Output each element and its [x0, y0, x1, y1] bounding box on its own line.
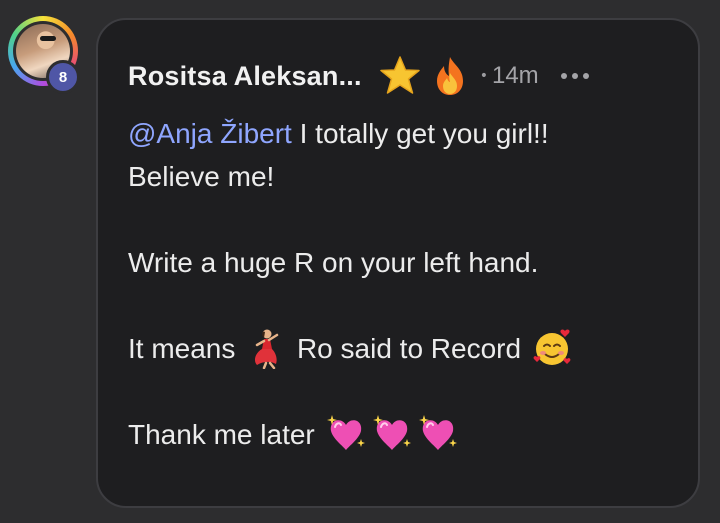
comment-line-4: It means Ro said to Record — [128, 327, 688, 370]
sparkling-heart-emoji — [325, 413, 367, 455]
meta-separator: • — [479, 68, 488, 84]
comment-line-5: Thank me later — [128, 413, 688, 456]
comment-card: Rositsa Aleksan... • 14m @Anja Žibert I … — [96, 18, 700, 508]
smiling-face-with-hearts-emoji — [531, 327, 573, 369]
level-badge: 8 — [46, 60, 80, 94]
avatar[interactable]: 8 — [8, 16, 80, 94]
sparkling-heart-emoji — [371, 413, 413, 455]
comment-time: 14m — [491, 62, 539, 89]
fire-icon — [428, 54, 472, 98]
comment-line-1: @Anja Žibert I totally get you girl!! — [128, 118, 549, 149]
more-dots-icon[interactable] — [560, 73, 589, 79]
comment-screen: 8 Rositsa Aleksan... • 14m @Anja Žibert … — [0, 0, 720, 523]
comment-line-2: Believe me! — [128, 161, 275, 192]
comment-body: @Anja Žibert I totally get you girl!! Be… — [128, 112, 688, 456]
sparkling-heart-emoji — [417, 413, 459, 455]
author-name[interactable]: Rositsa Aleksan... — [128, 61, 362, 92]
comment-line-3: Write a huge R on your left hand. — [128, 247, 539, 278]
dancer-emoji — [245, 327, 287, 369]
star-icon — [378, 54, 422, 98]
mention-link[interactable]: @Anja Žibert — [128, 118, 292, 149]
comment-header: Rositsa Aleksan... • 14m — [128, 56, 589, 96]
